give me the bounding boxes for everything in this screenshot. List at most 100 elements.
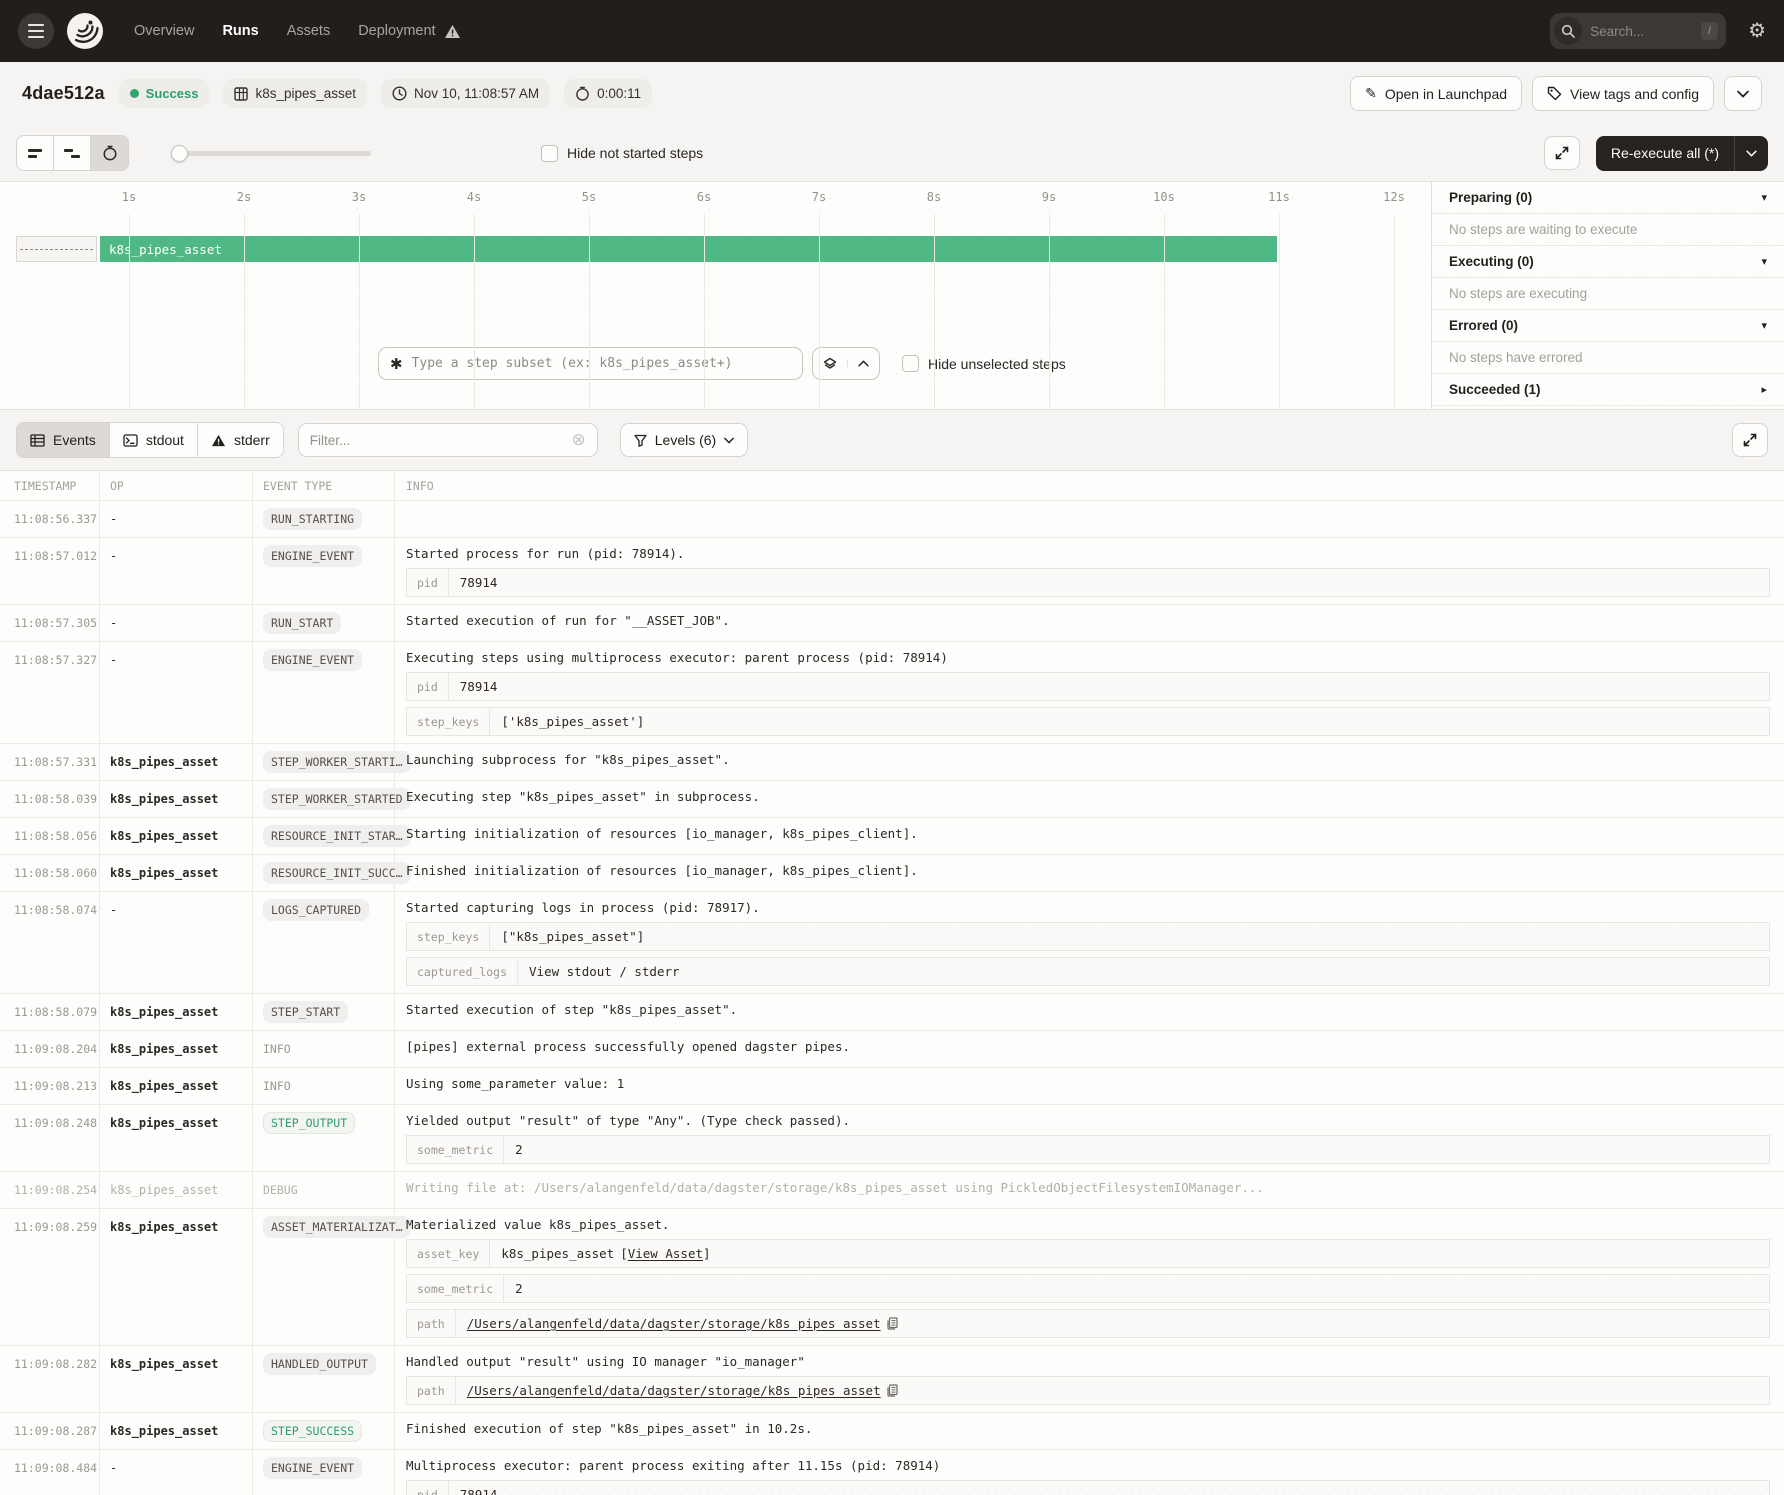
- gantt-step-bar[interactable]: k8s_pipes_asset: [100, 236, 1277, 262]
- col-header-timestamp: TIMESTAMP: [0, 471, 100, 500]
- panel-section-succeeded[interactable]: Succeeded (1)▸: [1432, 374, 1784, 406]
- levels-dropdown[interactable]: Levels (6): [620, 423, 748, 457]
- metadata-value-text: View stdout / stderr: [529, 964, 680, 979]
- search-input[interactable]: Search... /: [1550, 13, 1726, 49]
- search-icon: [1554, 17, 1582, 45]
- tab-stderr[interactable]: stderr: [198, 423, 283, 457]
- copy-icon[interactable]: [887, 1317, 898, 1330]
- event-row: 11:09:08.254k8s_pipes_assetDEBUGWriting …: [0, 1172, 1784, 1209]
- event-row: 11:08:57.331k8s_pipes_assetSTEP_WORKER_S…: [0, 744, 1784, 781]
- event-info-cell: Finished initialization of resources [io…: [395, 855, 1784, 886]
- view-tags-config-button[interactable]: View tags and config: [1532, 76, 1714, 111]
- axis-tick: 6s: [697, 190, 711, 204]
- event-type-badge: ENGINE_EVENT: [263, 545, 362, 567]
- reexecute-caret-button[interactable]: [1734, 136, 1768, 171]
- metadata-key: some_metric: [407, 1136, 504, 1163]
- event-metadata-entry: pid78914: [406, 1480, 1770, 1495]
- events-expand-button[interactable]: [1732, 423, 1768, 457]
- event-info-text: Yielded output "result" of type "Any". (…: [406, 1112, 1770, 1129]
- metadata-value: 2: [504, 1275, 534, 1302]
- event-info-cell: Launching subprocess for "k8s_pipes_asse…: [395, 744, 1784, 775]
- waterfall-view-button[interactable]: [54, 136, 91, 170]
- event-timestamp-cell: 11:08:58.039: [0, 781, 100, 817]
- status-badge: Success: [119, 79, 210, 108]
- tab-stdout[interactable]: stdout: [110, 423, 198, 457]
- step-subset-input[interactable]: ✱ Type a step subset (ex: k8s_pipes_asse…: [378, 347, 803, 380]
- panel-section-errored[interactable]: Errored (0)▾: [1432, 310, 1784, 342]
- event-timestamp-cell: 11:08:56.337: [0, 501, 100, 537]
- graph-query-toggle-button[interactable]: [812, 347, 880, 380]
- copy-icon[interactable]: [887, 1384, 898, 1397]
- timed-view-button[interactable]: [91, 136, 128, 170]
- metadata-value-text: 2: [515, 1142, 523, 1157]
- gridline: [589, 214, 590, 409]
- hamburger-menu-icon[interactable]: [18, 13, 54, 49]
- metadata-key: step_keys: [407, 708, 490, 735]
- event-info-text: Started execution of run for "__ASSET_JO…: [406, 612, 1770, 629]
- metadata-key: path: [407, 1377, 456, 1404]
- event-info-cell: Started execution of run for "__ASSET_JO…: [395, 605, 1784, 636]
- tab-events[interactable]: Events: [17, 423, 110, 457]
- top-nav: Overview Runs Assets Deployment Search... /…: [0, 0, 1784, 62]
- event-op: -: [110, 549, 117, 563]
- metadata-value: 78914: [449, 1481, 509, 1495]
- event-timestamp: 11:09:08.254: [14, 1183, 97, 1197]
- event-timestamp: 11:09:08.213: [14, 1079, 97, 1093]
- flat-view-icon: [28, 149, 42, 158]
- clear-filter-icon[interactable]: ⊗: [572, 430, 586, 450]
- event-row: 11:08:58.060k8s_pipes_assetRESOURCE_INIT…: [0, 855, 1784, 892]
- event-type-badge: RESOURCE_INIT_SUCC…: [263, 862, 411, 884]
- event-row: 11:08:57.012-ENGINE_EVENTStarted process…: [0, 538, 1784, 605]
- nav-item-runs[interactable]: Runs: [222, 23, 258, 39]
- event-type-badge: STEP_START: [263, 1001, 348, 1023]
- event-op-cell: k8s_pipes_asset: [100, 1105, 253, 1171]
- nav-item-assets[interactable]: Assets: [287, 23, 331, 39]
- log-filter-input[interactable]: Filter... ⊗: [298, 423, 598, 457]
- pencil-icon: ✎: [1365, 85, 1377, 102]
- open-launchpad-button[interactable]: ✎ Open in Launchpad: [1350, 76, 1522, 111]
- panel-section-label: Preparing (0): [1449, 190, 1532, 205]
- job-pill[interactable]: k8s_pipes_asset: [223, 79, 367, 108]
- metadata-value: /Users/alangenfeld/data/dagster/storage/…: [456, 1310, 909, 1337]
- nav-item-deployment[interactable]: Deployment: [358, 23, 460, 39]
- event-info-cell: Yielded output "result" of type "Any". (…: [395, 1105, 1784, 1171]
- gantt-toolbar: Hide not started steps Re-execute all (*…: [0, 125, 1784, 181]
- event-info-cell: Started execution of step "k8s_pipes_ass…: [395, 994, 1784, 1025]
- event-info-text: Executing step "k8s_pipes_asset" in subp…: [406, 788, 1770, 805]
- event-op: -: [110, 512, 117, 526]
- panel-section-preparing[interactable]: Preparing (0)▾: [1432, 182, 1784, 214]
- metadata-link[interactable]: /Users/alangenfeld/data/dagster/storage/…: [467, 1383, 881, 1398]
- event-timestamp-cell: 11:08:57.305: [0, 605, 100, 641]
- col-header-info: INFO: [395, 471, 1784, 500]
- hide-not-started-checkbox[interactable]: Hide not started steps: [541, 145, 703, 162]
- checkbox-icon[interactable]: [541, 145, 558, 162]
- event-timestamp: 11:09:08.484: [14, 1461, 97, 1475]
- checkbox-icon[interactable]: [902, 355, 919, 372]
- gantt-zoom-slider[interactable]: [171, 145, 371, 161]
- warning-icon: [211, 434, 226, 447]
- view-asset-link[interactable]: View Asset: [628, 1246, 703, 1261]
- panel-section-empty-text: No steps are executing: [1432, 278, 1784, 310]
- event-timestamp: 11:09:08.248: [14, 1116, 97, 1130]
- gantt-expand-button[interactable]: [1544, 136, 1580, 170]
- event-timestamp-cell: 11:08:57.327: [0, 642, 100, 743]
- chevron-down-icon: ▾: [1761, 319, 1767, 332]
- hide-unselected-checkbox[interactable]: Hide unselected steps: [902, 355, 1066, 372]
- chevron-right-icon: ▸: [1761, 383, 1767, 396]
- chevron-down-icon: ▾: [1761, 255, 1767, 268]
- event-op: k8s_pipes_asset: [110, 829, 218, 843]
- event-type-cell: RUN_STARTING: [253, 501, 395, 537]
- panel-section-executing[interactable]: Executing (0)▾: [1432, 246, 1784, 278]
- op-selector-icon: ✱: [390, 355, 403, 373]
- gear-icon[interactable]: ⚙: [1748, 21, 1766, 41]
- run-actions-caret-button[interactable]: [1724, 76, 1762, 111]
- reexecute-all-button[interactable]: Re-execute all (*): [1596, 136, 1734, 171]
- axis-tick: 7s: [812, 190, 826, 204]
- event-info-text: Writing file at: /Users/alangenfeld/data…: [406, 1179, 1770, 1196]
- nav-item-overview[interactable]: Overview: [134, 23, 194, 39]
- metadata-link[interactable]: /Users/alangenfeld/data/dagster/storage/…: [467, 1316, 881, 1331]
- dagster-logo-icon[interactable]: [66, 12, 104, 50]
- flat-view-button[interactable]: [17, 136, 54, 170]
- event-type-cell: ENGINE_EVENT: [253, 1450, 395, 1495]
- slider-knob[interactable]: [171, 145, 188, 162]
